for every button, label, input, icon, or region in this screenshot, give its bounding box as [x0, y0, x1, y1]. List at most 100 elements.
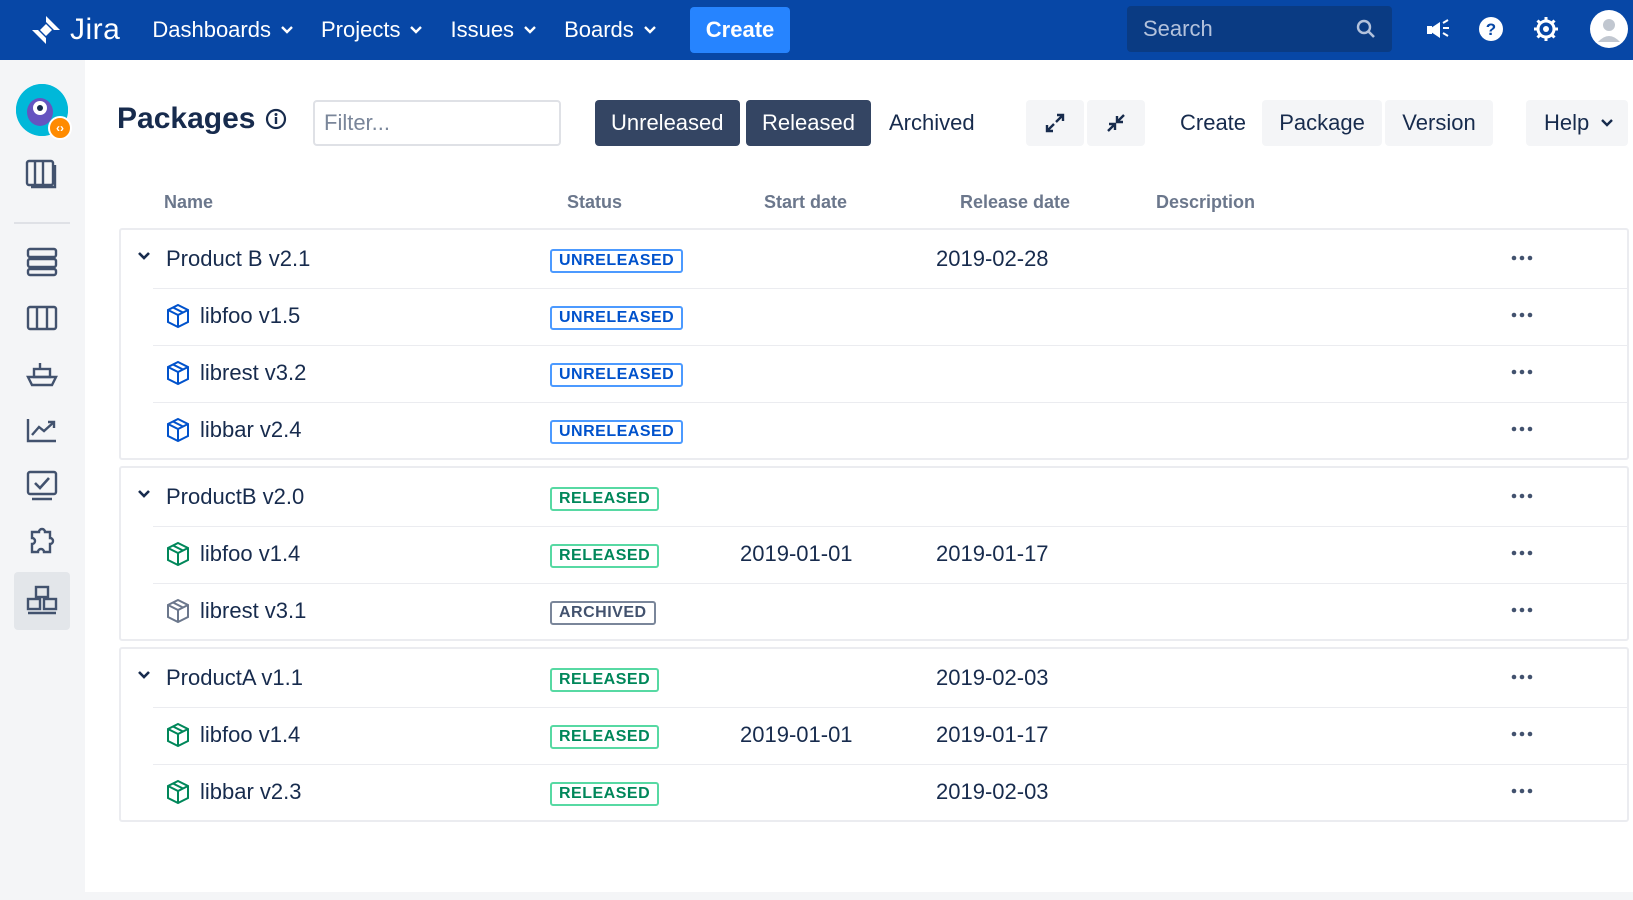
more-actions-icon[interactable]	[1511, 247, 1533, 269]
status-lozenge: RELEASED	[550, 487, 660, 511]
table-row[interactable]: librest v3.1 ARCHIVED	[121, 583, 1627, 639]
chevron-down-icon[interactable]	[137, 251, 151, 261]
help-icon[interactable]: ?	[1478, 16, 1504, 42]
package-name[interactable]: libfoo v1.4	[200, 722, 300, 748]
sidebar-divider	[14, 222, 70, 224]
package-name[interactable]: libbar v2.3	[200, 779, 302, 805]
column-header-start-date[interactable]: Start date	[764, 192, 847, 213]
package-name[interactable]: libbar v2.4	[200, 417, 302, 443]
chevron-down-icon	[643, 26, 656, 34]
create-button[interactable]: Create	[689, 7, 791, 53]
nav-dashboards-label: Dashboards	[152, 17, 271, 42]
nav-projects-label: Projects	[320, 17, 401, 42]
more-actions-icon[interactable]	[1511, 361, 1533, 383]
filter-placeholder: Filter...	[324, 110, 391, 135]
chevron-down-icon[interactable]	[137, 670, 151, 680]
backlog-icon[interactable]	[14, 238, 70, 286]
more-actions-icon[interactable]	[1511, 418, 1533, 440]
package-icon	[167, 303, 189, 329]
chevron-down-icon	[410, 26, 423, 34]
package-icon	[167, 722, 189, 748]
packages-icon[interactable]	[14, 572, 70, 630]
main-content: Packages Filter... Unreleased Released A…	[85, 60, 1633, 892]
reports-icon[interactable]	[14, 406, 70, 454]
nav-projects[interactable]: Projects	[320, 17, 423, 43]
column-header-status[interactable]: Status	[567, 192, 622, 213]
addons-icon[interactable]	[14, 518, 70, 566]
more-actions-icon[interactable]	[1511, 666, 1533, 688]
table-row[interactable]: libfoo v1.4 RELEASED 2019-01-01 2019-01-17	[121, 526, 1627, 582]
tab-unreleased[interactable]: Unreleased	[595, 100, 740, 146]
table-row[interactable]: libbar v2.3 RELEASED 2019-02-03	[121, 764, 1627, 820]
more-actions-icon[interactable]	[1511, 304, 1533, 326]
release-date: 2019-02-03	[936, 779, 1049, 804]
more-actions-icon[interactable]	[1511, 599, 1533, 621]
table-row-group[interactable]: ProductB v2.0 RELEASED	[121, 469, 1627, 525]
create-version-button[interactable]: Version	[1385, 100, 1493, 146]
expand-all-button[interactable]	[1026, 100, 1084, 146]
package-name[interactable]: libfoo v1.5	[200, 303, 300, 329]
package-name[interactable]: librest v3.2	[200, 360, 306, 386]
more-actions-icon[interactable]	[1511, 780, 1533, 802]
jira-logo-text: Jira	[70, 13, 121, 46]
nav-issues[interactable]: Issues	[450, 17, 536, 43]
nav-boards[interactable]: Boards	[564, 17, 656, 43]
status-lozenge: ARCHIVED	[550, 601, 656, 625]
table-row[interactable]: libbar v2.4 UNRELEASED	[121, 402, 1627, 458]
column-header-description[interactable]: Description	[1156, 192, 1255, 213]
columns-icon[interactable]	[14, 294, 70, 342]
status-lozenge: UNRELEASED	[550, 420, 684, 444]
package-name[interactable]: Product B v2.1	[166, 246, 310, 272]
tab-released[interactable]: Released	[746, 100, 871, 146]
collapse-icon	[1107, 114, 1125, 132]
package-name[interactable]: librest v3.1	[200, 598, 306, 624]
create-label: Create	[1180, 110, 1247, 135]
page-title-text: Packages	[117, 102, 256, 135]
notifications-icon[interactable]	[1424, 14, 1452, 42]
filter-input[interactable]: Filter...	[313, 100, 561, 146]
help-button[interactable]: Help	[1526, 100, 1628, 146]
issues-icon[interactable]	[14, 462, 70, 510]
package-name[interactable]: ProductA v1.1	[166, 665, 303, 691]
status-lozenge: UNRELEASED	[550, 249, 684, 273]
table-row[interactable]: libfoo v1.5 UNRELEASED	[121, 288, 1627, 344]
project-avatar[interactable]: ‹›	[16, 84, 72, 140]
column-header-name[interactable]: Name	[164, 192, 213, 213]
table-row-group[interactable]: ProductA v1.1 RELEASED 2019-02-03	[121, 650, 1627, 706]
settings-icon[interactable]	[1533, 16, 1559, 42]
table-row[interactable]: libfoo v1.4 RELEASED 2019-01-01 2019-01-17	[121, 707, 1627, 763]
create-package-button[interactable]: Package	[1262, 100, 1382, 146]
chevron-down-icon	[1601, 119, 1614, 127]
more-actions-icon[interactable]	[1511, 723, 1533, 745]
package-icon	[167, 598, 189, 624]
board-icon[interactable]	[14, 150, 70, 198]
jira-logo[interactable]: Jira	[30, 13, 120, 47]
package-name[interactable]: libfoo v1.4	[200, 541, 300, 567]
start-date: 2019-01-01	[740, 722, 853, 747]
code-badge-icon: ‹›	[48, 116, 72, 140]
profile-avatar[interactable]	[1590, 10, 1628, 48]
info-icon[interactable]	[265, 108, 287, 130]
column-header-release-date[interactable]: Release date	[960, 192, 1070, 213]
package-group: Product B v2.1 UNRELEASED 2019-02-28 libfoo…	[119, 228, 1629, 460]
more-actions-icon[interactable]	[1511, 485, 1533, 507]
nav-boards-label: Boards	[564, 17, 634, 42]
table-row[interactable]: librest v3.2 UNRELEASED	[121, 345, 1627, 401]
chevron-down-icon	[281, 26, 293, 34]
package-icon	[167, 779, 189, 805]
releases-icon[interactable]	[14, 350, 70, 398]
nav-dashboards[interactable]: Dashboards	[152, 17, 293, 43]
collapse-all-button[interactable]	[1087, 100, 1145, 146]
help-button-label: Help	[1544, 110, 1590, 135]
tab-archived[interactable]: Archived	[873, 100, 991, 146]
package-name[interactable]: ProductB v2.0	[166, 484, 304, 510]
status-lozenge: UNRELEASED	[550, 306, 684, 330]
jira-logo-icon	[32, 16, 60, 44]
search-input[interactable]: Search	[1127, 6, 1392, 52]
table-row-group[interactable]: Product B v2.1 UNRELEASED 2019-02-28	[121, 231, 1627, 287]
status-lozenge: RELEASED	[550, 668, 660, 692]
status-lozenge: RELEASED	[550, 782, 660, 806]
more-actions-icon[interactable]	[1511, 542, 1533, 564]
project-sidebar: ‹›	[0, 60, 85, 900]
chevron-down-icon[interactable]	[137, 489, 151, 499]
